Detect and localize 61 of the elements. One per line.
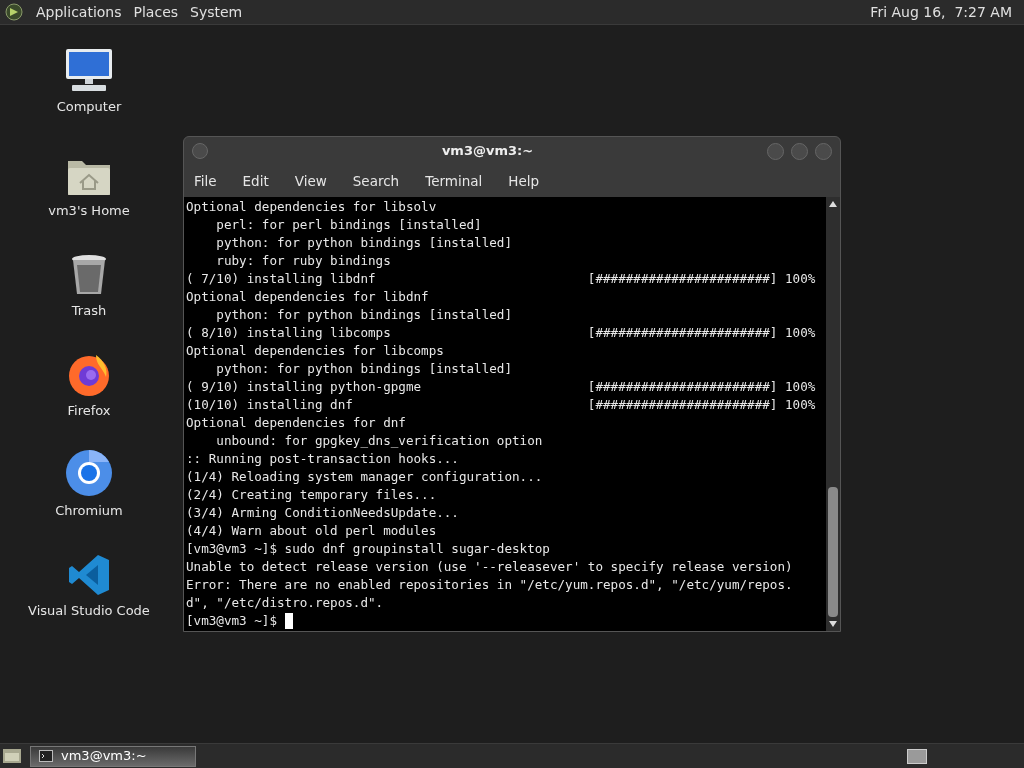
terminal-line: (2/4) Creating temporary files...: [186, 486, 438, 504]
computer-icon: [64, 46, 114, 93]
terminal-line: (1/4) Reloading system manager configuration...: [186, 468, 544, 486]
trash-icon: [70, 252, 108, 297]
desktop-icon[interactable]: Trash: [70, 224, 108, 320]
terminal-line: (3/4) Arming ConditionNeedsUpdate...: [186, 504, 460, 522]
window-title: vm3@vm3:~: [441, 142, 534, 161]
desktop-icon[interactable]: Firefox: [66, 324, 112, 420]
terminal-line: d", "/etc/distro.repos.d".: [186, 594, 385, 612]
shell-prompt: [vm3@vm3 ~]$: [186, 612, 278, 630]
taskbar-button[interactable]: vm3@vm3:~: [30, 745, 196, 767]
terminal-line: ( 7/10) installing libdnf [#######################] 100%: [186, 270, 817, 288]
clock[interactable]: Fri Aug 16, 7:27 AM: [870, 1, 1012, 23]
terminal-line: python: for python bindings [installed]: [215, 360, 514, 378]
menu-item[interactable]: File: [186, 170, 225, 192]
desktop-icon[interactable]: Chromium: [55, 424, 123, 520]
scroll-down-icon[interactable]: [829, 621, 837, 627]
panel-menu[interactable]: Applications: [36, 1, 122, 23]
terminal-line: Unable to detect release version (use '--releasever' to specify release version): [186, 558, 794, 576]
terminal-line: Optional dependencies for dnf: [186, 414, 407, 432]
menu-item[interactable]: Help: [500, 170, 548, 192]
menu-item[interactable]: Terminal: [417, 170, 491, 192]
terminal-line: unbound: for gpgkey_dns_verification option: [215, 432, 544, 450]
terminal-line: Optional dependencies for libdnf: [186, 288, 430, 306]
menu-item[interactable]: Edit: [234, 170, 277, 192]
terminal-line: ( 9/10) installing python-gpgme [#######################] 100%: [186, 378, 817, 396]
panel-menu[interactable]: Places: [133, 1, 179, 23]
terminal-line: Optional dependencies for libsolv: [186, 198, 438, 216]
chromium-icon: [65, 448, 113, 497]
icon-label: Firefox: [67, 401, 111, 420]
show-desktop-icon[interactable]: [2, 747, 22, 765]
desktop-icon[interactable]: vm3's Home: [48, 124, 130, 220]
desktop-icon[interactable]: Computer: [56, 44, 122, 116]
scroll-up-icon[interactable]: [829, 201, 837, 207]
panel-menu[interactable]: System: [190, 1, 243, 23]
terminal-line: ( 8/10) installing libcomps [#######################] 100%: [186, 324, 817, 342]
desktop-icon[interactable]: Visual Studio Code: [28, 524, 150, 620]
terminal-line: (4/4) Warn about old perl modules: [186, 522, 438, 540]
icon-label: vm3's Home: [48, 201, 130, 220]
cursor: [284, 613, 293, 629]
terminal-line: Optional dependencies for libcomps: [186, 342, 445, 360]
scroll-thumb[interactable]: [828, 487, 838, 617]
terminal-line: (10/10) installing dnf [#######################] 100%: [186, 396, 817, 414]
terminal-line: :: Running post-transaction hooks...: [186, 450, 460, 468]
terminal-line: [vm3@vm3 ~]$ sudo dnf groupinstall sugar-desktop: [186, 540, 551, 558]
terminal-line: Error: There are no enabled repositories in "/etc/yum.repos.d", "/etc/yum/repos.: [186, 576, 794, 594]
distro-logo-icon: [4, 2, 24, 22]
icon-label: Trash: [71, 301, 107, 320]
terminal-line: python: for python bindings [installed]: [215, 234, 514, 252]
menu-item[interactable]: View: [286, 170, 335, 192]
menu-item[interactable]: Search: [344, 170, 408, 192]
icon-label: Computer: [56, 97, 122, 116]
terminal-icon: [39, 750, 53, 762]
scrollbar[interactable]: [826, 197, 840, 631]
terminal-line: perl: for perl bindings [installed]: [215, 216, 483, 234]
terminal-line: python: for python bindings [installed]: [215, 306, 514, 324]
terminal-line: ruby: for ruby bindings: [215, 252, 392, 270]
workspace-switcher[interactable]: [907, 748, 927, 764]
icon-label: Visual Studio Code: [28, 601, 150, 620]
icon-label: Chromium: [55, 501, 123, 520]
code-editor-icon: [67, 552, 111, 597]
